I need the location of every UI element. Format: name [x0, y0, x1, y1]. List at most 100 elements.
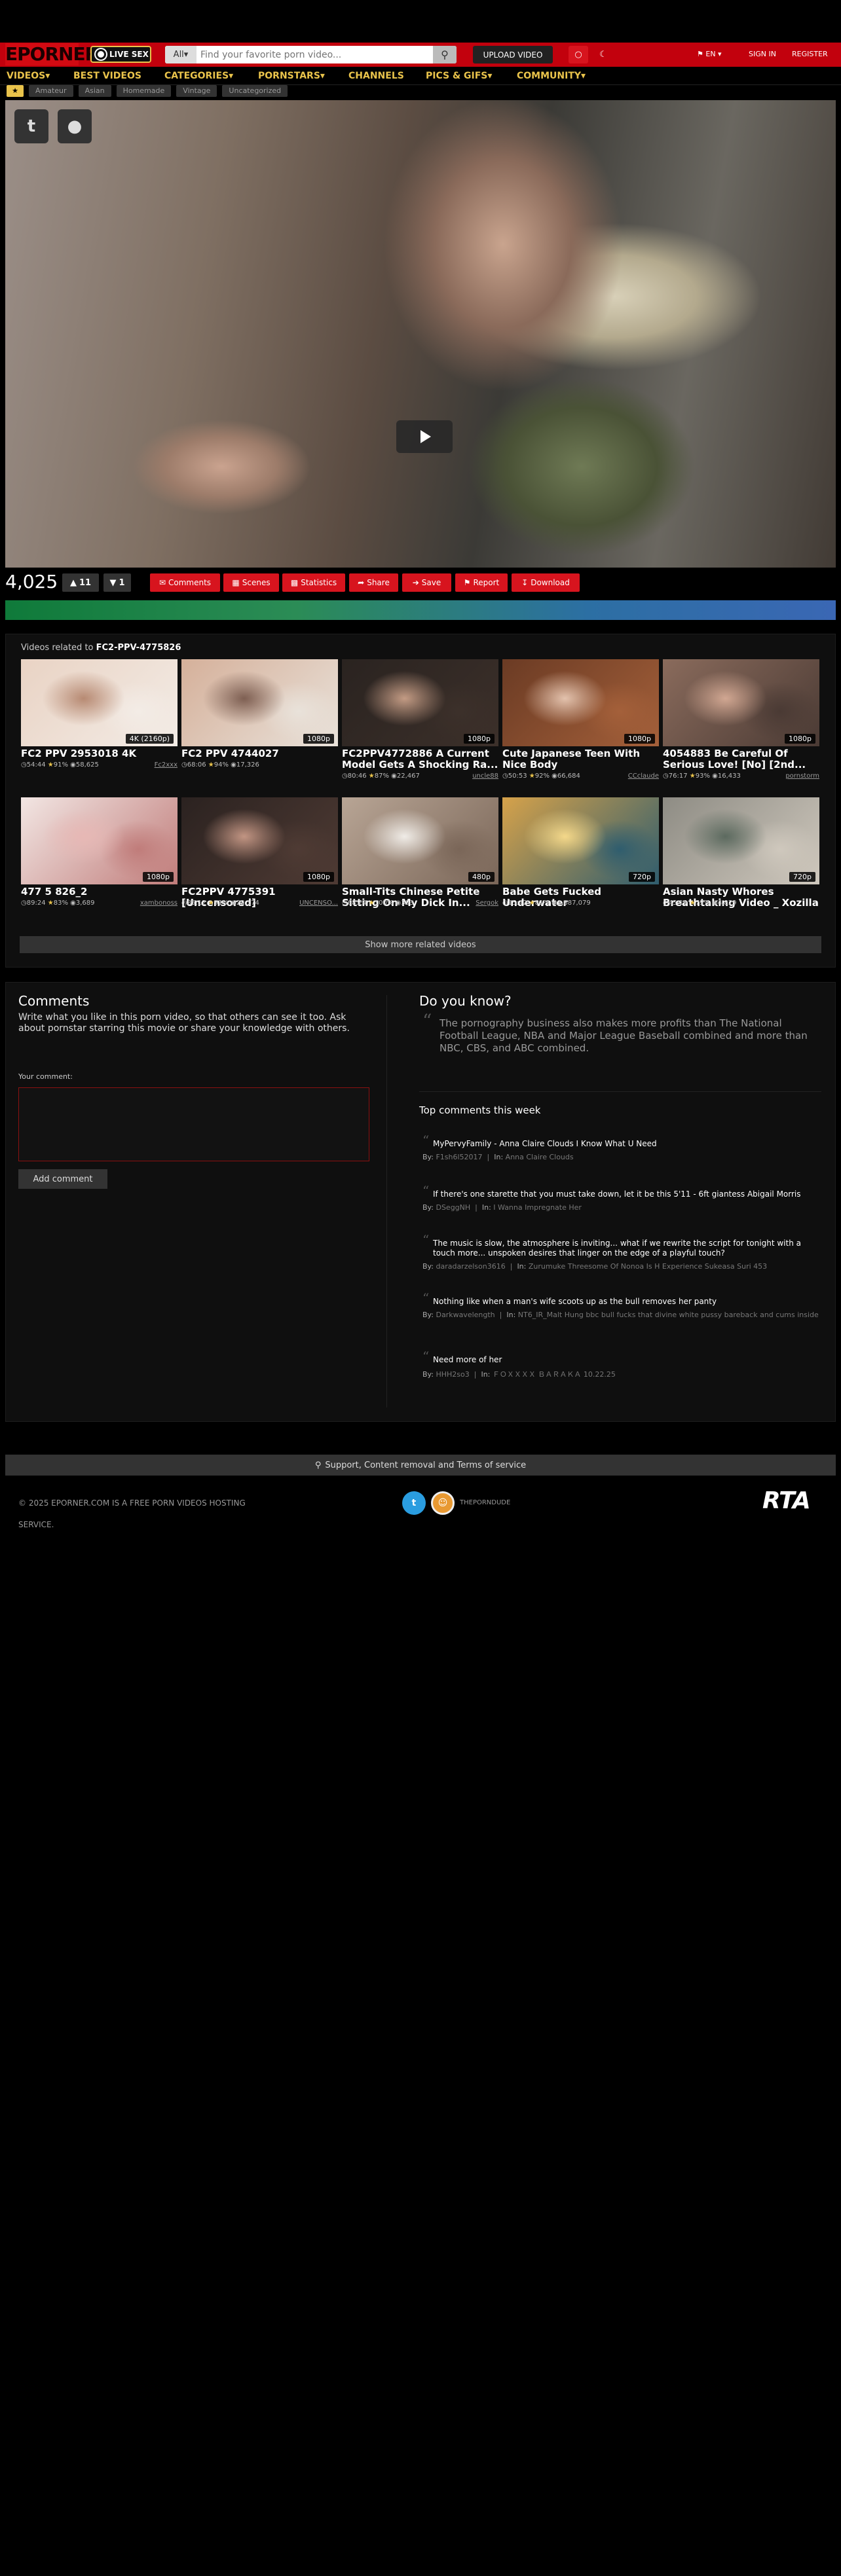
- uploader-link[interactable]: pornstorm: [785, 772, 819, 781]
- comment-text[interactable]: “Nothing like when a man's wife scoots u…: [422, 1292, 822, 1307]
- tag-toggle[interactable]: ★: [7, 85, 24, 97]
- like-button[interactable]: ▲ 11: [62, 573, 99, 592]
- video-player[interactable]: t ●: [5, 100, 836, 568]
- comment-author-link[interactable]: F1sh6l52017: [436, 1153, 482, 1161]
- comment-video-link[interactable]: ＦＯＸＸＸＸ ＢＡＲＡＫＡ 10.22.25: [493, 1370, 616, 1379]
- video-rating: 87%: [374, 772, 389, 780]
- tag-item[interactable]: Asian: [78, 85, 111, 97]
- uploader-link[interactable]: uncle88: [472, 772, 498, 781]
- comment-video-link[interactable]: NT6_IR_Malt Hung bbc bull fucks that div…: [518, 1311, 819, 1319]
- clock-icon: ◷: [342, 899, 348, 907]
- twitter-icon[interactable]: t: [402, 1491, 426, 1515]
- comment-author-link[interactable]: HHH2so3: [436, 1370, 469, 1379]
- video-thumbnail[interactable]: 1080p: [342, 659, 498, 746]
- video-thumbnail[interactable]: 480p: [342, 797, 498, 884]
- video-thumbnail[interactable]: 1080p: [21, 797, 178, 884]
- rta-logo[interactable]: RTA: [762, 1486, 811, 1516]
- save-button[interactable]: ➔ Save: [402, 573, 451, 592]
- tag-item[interactable]: Homemade: [116, 85, 172, 97]
- nav-categories[interactable]: CATEGORIES▾: [164, 69, 233, 82]
- comment-author-link[interactable]: daradarzelson3616: [436, 1262, 505, 1271]
- uploader-link[interactable]: CCclaude: [628, 772, 659, 781]
- action-label: Scenes: [242, 578, 271, 587]
- language-label: EN: [705, 50, 716, 58]
- video-views: 22,467: [396, 772, 420, 780]
- site-logo[interactable]: EPORNER: [5, 43, 99, 65]
- nav-pics-gifs[interactable]: PICS & GIFS▾: [426, 69, 492, 82]
- video-title-link[interactable]: Cute Japanese Teen With Nice Body: [502, 748, 659, 772]
- comment-author-link[interactable]: Darkwavelength: [436, 1311, 495, 1319]
- register-link[interactable]: REGISTER: [792, 48, 828, 61]
- quality-badge: 1080p: [624, 734, 655, 744]
- video-thumbnail[interactable]: 720p: [663, 797, 819, 884]
- comment-text[interactable]: “MyPervyFamily - Anna Claire Clouds I Kn…: [422, 1134, 822, 1149]
- nav-channels[interactable]: CHANNELS: [348, 69, 404, 82]
- nav-pornstars[interactable]: PORNSTARS▾: [258, 69, 325, 82]
- comment-author-link[interactable]: DSeggNH: [436, 1203, 470, 1212]
- ad-banner[interactable]: [5, 600, 836, 620]
- report-button[interactable]: ⚑ Report: [455, 573, 508, 592]
- dark-mode-button[interactable]: ☾: [593, 46, 613, 63]
- reddit-share-icon[interactable]: ●: [58, 109, 92, 143]
- comment-video-link[interactable]: Anna Claire Clouds: [506, 1153, 574, 1161]
- by-label: By:: [422, 1311, 434, 1319]
- video-title-link[interactable]: 4054883 Be Careful Of Serious Love! [No]…: [663, 748, 819, 772]
- play-button[interactable]: [396, 420, 453, 453]
- video-meta: ◷89:24 ★83% ◉3,689 xambonoss: [21, 899, 178, 908]
- video-thumbnail[interactable]: 4K (2160p): [21, 659, 178, 746]
- theporndude-icon[interactable]: ☺: [431, 1491, 455, 1515]
- video-thumbnail[interactable]: 1080p: [502, 659, 659, 746]
- comment-textarea[interactable]: [18, 1087, 369, 1161]
- uploader-link[interactable]: xambonoss: [140, 899, 178, 908]
- uploader-link[interactable]: Sergok: [476, 899, 498, 908]
- live-sex-button[interactable]: LIVE SEX: [90, 46, 151, 63]
- nav-best-videos[interactable]: BEST VIDEOS: [73, 69, 141, 82]
- video-thumbnail[interactable]: 720p: [502, 797, 659, 884]
- quality-badge: 1080p: [143, 872, 174, 882]
- comment-text[interactable]: “The music is slow, the atmosphere is in…: [422, 1233, 822, 1258]
- theporndude-link[interactable]: THEPORNDUDE: [460, 1498, 510, 1508]
- dislike-button[interactable]: ▼ 1: [103, 573, 131, 592]
- eye-icon: ◉: [231, 899, 236, 907]
- uploader-link[interactable]: UNCENSO...: [299, 899, 338, 908]
- uploader-link[interactable]: Fc2xxx: [155, 761, 178, 770]
- share-button[interactable]: ➦ Share: [349, 573, 398, 592]
- theme-circle-button[interactable]: ○: [569, 46, 588, 63]
- comment-text[interactable]: “Need more of her: [422, 1350, 822, 1365]
- top-comment: “Nothing like when a man's wife scoots u…: [422, 1292, 822, 1319]
- top-comment: “MyPervyFamily - Anna Claire Clouds I Kn…: [422, 1134, 822, 1161]
- statistics-button[interactable]: ▩ Statistics: [282, 573, 345, 592]
- tag-item[interactable]: Amateur: [29, 85, 73, 97]
- language-select[interactable]: ⚑ EN ▾: [697, 48, 722, 61]
- nav-community[interactable]: COMMUNITY▾: [517, 69, 586, 82]
- comment-text[interactable]: “If there's one starette that you must t…: [422, 1184, 822, 1199]
- support-link[interactable]: ⚲ Support, Content removal and Terms of s…: [5, 1455, 836, 1476]
- nav-videos[interactable]: VIDEOS▾: [7, 69, 50, 82]
- comments-button[interactable]: ✉ Comments: [150, 573, 220, 592]
- video-thumbnail[interactable]: 1080p: [663, 659, 819, 746]
- search-scope-select[interactable]: All ▾: [165, 46, 196, 63]
- add-comment-button[interactable]: Add comment: [18, 1169, 107, 1189]
- comment-meta: By: daradarzelson3616 | In: Zurumuke Thr…: [422, 1262, 768, 1271]
- comment-video-link[interactable]: I Wanna Impregnate Her: [493, 1203, 582, 1212]
- scenes-button[interactable]: ▦ Scenes: [223, 573, 279, 592]
- comment-meta: By: F1sh6l52017 | In: Anna Claire Clouds: [422, 1153, 574, 1161]
- upload-video-button[interactable]: UPLOAD VIDEO: [473, 46, 553, 63]
- video-thumbnail[interactable]: 1080p: [181, 797, 338, 884]
- search-input[interactable]: [196, 49, 432, 60]
- comment-video-link[interactable]: Zurumuke Threesome Of Nonoa Is H Experie…: [529, 1262, 767, 1271]
- search-button[interactable]: ⚲: [433, 46, 457, 63]
- star-icon: ★: [47, 899, 54, 907]
- video-title-link[interactable]: FC2PPV4772886 A Current Model Gets A Sho…: [342, 748, 498, 772]
- twitter-share-icon[interactable]: t: [14, 109, 48, 143]
- tag-item[interactable]: Uncategorized: [222, 85, 288, 97]
- lightbulb-icon: ⚲: [314, 1460, 322, 1470]
- video-thumbnail[interactable]: 1080p: [181, 659, 338, 746]
- video-rating: 94%: [214, 761, 229, 769]
- signin-link[interactable]: SIGN IN: [749, 48, 776, 61]
- download-button[interactable]: ↧ Download: [512, 573, 580, 592]
- video-meta: ◷85:12 ★91% ◉22,174 UNCENSO...: [181, 899, 338, 908]
- video-views: 66,684: [557, 772, 580, 780]
- show-more-button[interactable]: Show more related videos: [20, 936, 821, 953]
- tag-item[interactable]: Vintage: [176, 85, 217, 97]
